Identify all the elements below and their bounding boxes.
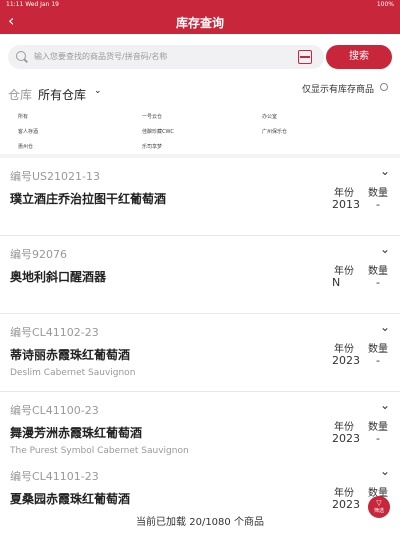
year-value: N (332, 276, 341, 289)
product-code: 编号CL41102-23 (10, 326, 99, 339)
warehouse-option[interactable]: 办公室 (262, 113, 277, 120)
product-row[interactable]: 编号92076 ⌄ 奥地利斜口醒酒器 年份 数量 N - (0, 236, 400, 314)
warehouse-option[interactable]: 客人存酒 (18, 128, 38, 135)
warehouse-option[interactable]: 所有 (18, 113, 28, 120)
filter-row: 仓库 所有仓库 ⌄ 仅显示有库存商品 (0, 80, 400, 106)
year-value: 2013 (332, 198, 360, 211)
filter-fab-button[interactable]: ▽ 筛选 (368, 496, 390, 518)
chevron-down-icon[interactable]: ⌄ (94, 86, 102, 96)
warehouse-option[interactable]: 一号云仓 (142, 113, 162, 120)
warehouse-option[interactable]: 乐司享梦 (142, 143, 162, 150)
status-battery: 100% (376, 1, 394, 8)
product-row[interactable]: 编号CL41102-23 ⌄ 蒂诗丽赤霞珠红葡萄酒 Deslim Caberne… (0, 314, 400, 392)
load-status: 当前已加载 20/1080 个商品 (0, 512, 400, 534)
page-title: 库存查询 (175, 16, 224, 30)
year-label: 年份 (334, 422, 354, 433)
qty-value: - (376, 276, 380, 289)
stock-only-radio[interactable] (380, 83, 388, 91)
warehouse-select[interactable]: 所有仓库 (38, 86, 86, 103)
search-icon (16, 51, 26, 61)
scan-icon[interactable] (298, 50, 312, 64)
status-time: 11:11 Wed Jan 19 (6, 1, 59, 8)
filter-fab-label: 筛选 (373, 508, 384, 514)
product-english-name: The Purest Symbol Cabernet Sauvignon (10, 446, 189, 456)
qty-label: 数量 (368, 188, 388, 199)
product-row[interactable]: 编号US21021-13 ⌄ 璞立酒庄乔治拉图干红葡萄酒 年份 数量 2013 … (0, 158, 400, 236)
nav-bar: ‹ 库存查询 (0, 10, 400, 34)
stock-only-label[interactable]: 仅显示有库存商品 (302, 82, 374, 95)
status-bar: 11:11 Wed Jan 19 100% (0, 0, 400, 10)
qty-label: 数量 (368, 266, 388, 277)
product-name: 蒂诗丽赤霞珠红葡萄酒 (10, 348, 131, 362)
filter-icon: ▽ (376, 499, 382, 507)
year-label: 年份 (334, 344, 354, 355)
chevron-down-icon[interactable]: ⌄ (380, 464, 390, 478)
year-value: 2023 (332, 354, 360, 367)
year-value: 2023 (332, 498, 360, 511)
chevron-down-icon[interactable]: ⌄ (380, 320, 390, 334)
warehouse-option[interactable]: 佳酿珍藏CWC (142, 128, 174, 135)
warehouse-option[interactable]: 广州保乐仓 (262, 128, 287, 135)
year-value: 2023 (332, 432, 360, 445)
qty-value: - (376, 354, 380, 367)
product-code: 编号CL41100-23 (10, 404, 99, 417)
search-placeholder: 输入您要查找的商品货号/拼音码/名称 (34, 52, 168, 61)
year-label: 年份 (334, 488, 354, 499)
year-label: 年份 (334, 266, 354, 277)
search-input[interactable]: 输入您要查找的商品货号/拼音码/名称 (8, 45, 324, 69)
qty-label: 数量 (368, 422, 388, 433)
warehouse-label: 仓库 (8, 88, 33, 102)
product-code: 编号92076 (10, 248, 67, 261)
qty-value: - (376, 198, 380, 211)
product-name: 璞立酒庄乔治拉图干红葡萄酒 (10, 192, 167, 206)
product-english-name: Deslim Cabernet Sauvignon (10, 368, 136, 378)
chevron-down-icon[interactable]: ⌄ (380, 398, 390, 412)
product-name: 奥地利斜口醒酒器 (10, 270, 107, 284)
qty-label: 数量 (368, 344, 388, 355)
year-label: 年份 (334, 188, 354, 199)
search-button[interactable]: 搜索 (326, 45, 392, 69)
product-name: 夏桑园赤霞珠红葡萄酒 (10, 492, 131, 506)
qty-value: - (376, 432, 380, 445)
product-name: 舞漫芳洲赤霞珠红葡萄酒 (10, 426, 143, 440)
chevron-down-icon[interactable]: ⌄ (380, 164, 390, 178)
product-code: 编号US21021-13 (10, 170, 100, 183)
product-code: 编号CL41101-23 (10, 470, 99, 483)
product-row[interactable]: 编号CL41101-23 ⌄ 夏桑园赤霞珠红葡萄酒 年份 数量 2023 - (0, 458, 400, 514)
chevron-down-icon[interactable]: ⌄ (380, 242, 390, 256)
warehouse-option[interactable]: 惠州仓 (18, 143, 33, 150)
search-row: 输入您要查找的商品货号/拼音码/名称 搜索 (0, 36, 400, 76)
warehouse-options: 所有 一号云仓 办公室 客人存酒 佳酿珍藏CWC 广州保乐仓 惠州仓 乐司享梦 (0, 108, 400, 154)
